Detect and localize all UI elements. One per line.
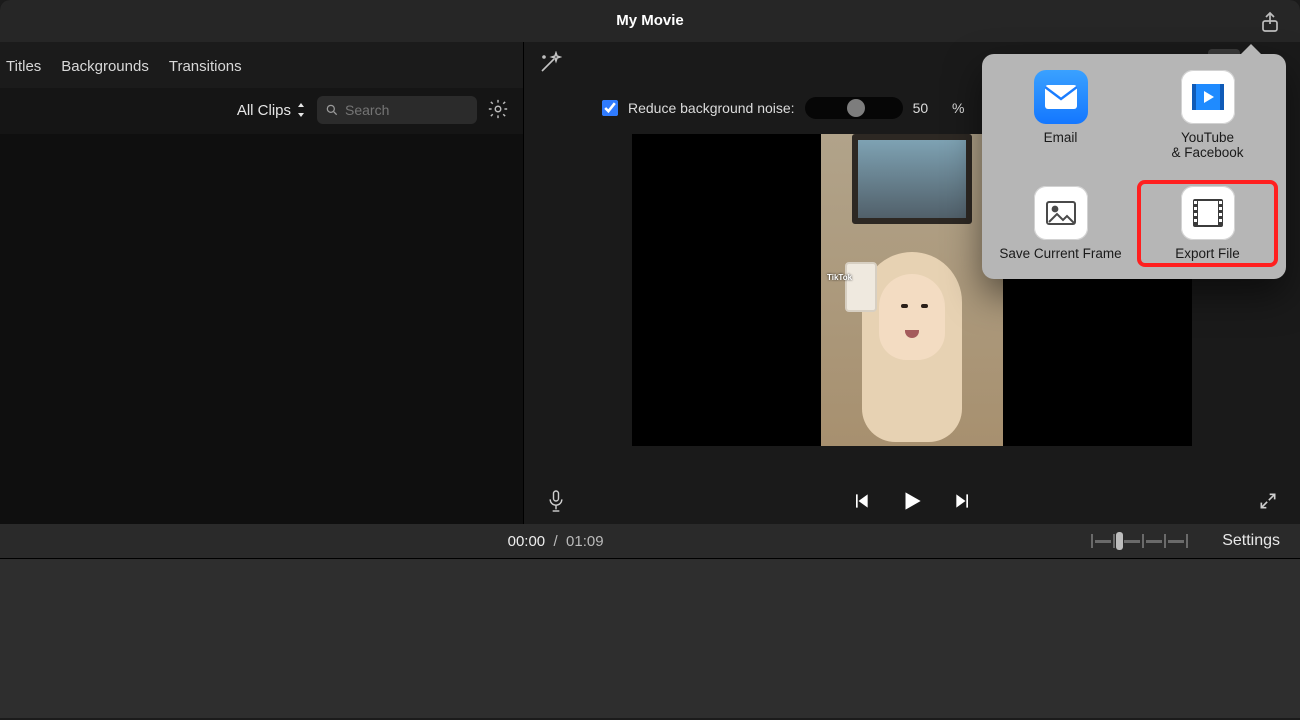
share-icon: [1258, 10, 1282, 34]
media-panel: Titles Backgrounds Transitions All Clips: [0, 42, 524, 524]
tab-titles[interactable]: Titles: [6, 58, 41, 75]
titlebar: My Movie: [0, 0, 1300, 42]
zoom-tick: [1186, 534, 1188, 548]
project-title: My Movie: [616, 12, 684, 29]
video-share-icon: [1181, 70, 1235, 124]
time-sep: /: [554, 533, 558, 550]
next-button[interactable]: [953, 491, 973, 511]
media-browser-body: [0, 134, 523, 524]
video-bg-window: [852, 134, 972, 224]
fullscreen-button[interactable]: [1258, 491, 1278, 511]
zoom-tick: [1091, 534, 1093, 548]
zoom-tick: [1113, 534, 1115, 548]
clip-filter-label: All Clips: [237, 102, 291, 119]
wand-icon: [538, 51, 562, 75]
gear-icon: [487, 98, 509, 120]
share-email-label: Email: [1044, 130, 1078, 145]
share-button[interactable]: [1258, 10, 1282, 34]
zoom-seg: [1168, 540, 1184, 543]
share-save-frame[interactable]: Save Current Frame: [992, 182, 1129, 265]
share-save-frame-label: Save Current Frame: [999, 246, 1121, 261]
filter-settings-button[interactable]: [487, 98, 511, 122]
clip-filter-select[interactable]: All Clips: [237, 102, 307, 119]
noise-unit: %: [952, 100, 964, 116]
prev-button[interactable]: [851, 491, 871, 511]
skip-forward-icon: [953, 491, 973, 511]
noise-slider[interactable]: [805, 97, 903, 119]
filter-bar: All Clips: [0, 88, 523, 134]
timecode: 00:00 / 01:09: [20, 533, 1091, 550]
zoom-seg: [1124, 540, 1140, 543]
voiceover-button[interactable]: [546, 488, 566, 514]
microphone-icon: [546, 488, 566, 514]
search-icon: [325, 103, 339, 117]
zoom-track: [1091, 532, 1188, 550]
film-icon: [1181, 186, 1235, 240]
zoom-seg: [1095, 540, 1111, 543]
timeline-zoom[interactable]: Settings: [1091, 532, 1280, 550]
video-eye: [921, 304, 928, 308]
share-grid: Email YouTube & Facebook Save Current Fr…: [992, 66, 1276, 265]
share-youtube-label: YouTube & Facebook: [1171, 130, 1243, 160]
noise-slider-knob[interactable]: [847, 99, 865, 117]
zoom-tick: [1164, 534, 1166, 548]
noise-checkbox[interactable]: [602, 100, 618, 116]
skip-back-icon: [851, 491, 871, 511]
zoom-tick: [1142, 534, 1144, 548]
share-youtube-facebook[interactable]: YouTube & Facebook: [1139, 66, 1276, 164]
noise-value: 50: [913, 100, 929, 116]
time-current: 00:00: [508, 533, 546, 550]
transport-controls: [851, 488, 973, 514]
video-eye: [901, 304, 908, 308]
video-person-face: [879, 274, 945, 360]
app-window: My Movie Titles Backgrounds Transitions …: [0, 0, 1300, 720]
expand-icon: [1258, 491, 1278, 511]
tab-transitions[interactable]: Transitions: [169, 58, 242, 75]
video-content: TikTok: [821, 134, 1003, 446]
tiktok-watermark: TikTok: [827, 274, 852, 282]
media-tabs: Titles Backgrounds Transitions: [0, 42, 523, 88]
auto-enhance-button[interactable]: [538, 51, 566, 79]
preview-controls: [524, 478, 1300, 524]
noise-label: Reduce background noise:: [628, 100, 795, 116]
time-row: 00:00 / 01:09 Settings: [0, 524, 1300, 558]
time-total: 01:09: [566, 533, 604, 550]
tab-backgrounds[interactable]: Backgrounds: [61, 58, 149, 75]
timeline[interactable]: [0, 558, 1300, 718]
video-held-card: [845, 262, 877, 312]
updown-icon: [295, 103, 307, 117]
zoom-knob[interactable]: [1116, 532, 1123, 550]
image-icon: [1034, 186, 1088, 240]
zoom-seg: [1146, 540, 1162, 543]
play-icon: [899, 488, 925, 514]
share-email[interactable]: Email: [992, 66, 1129, 164]
search-box[interactable]: [317, 96, 477, 124]
share-popover: Email YouTube & Facebook Save Current Fr…: [982, 54, 1286, 279]
timeline-settings-button[interactable]: Settings: [1222, 532, 1280, 550]
play-button[interactable]: [899, 488, 925, 514]
email-icon: [1034, 70, 1088, 124]
share-export-file[interactable]: Export File: [1139, 182, 1276, 265]
share-export-file-label: Export File: [1175, 246, 1240, 261]
search-input[interactable]: [345, 102, 455, 118]
